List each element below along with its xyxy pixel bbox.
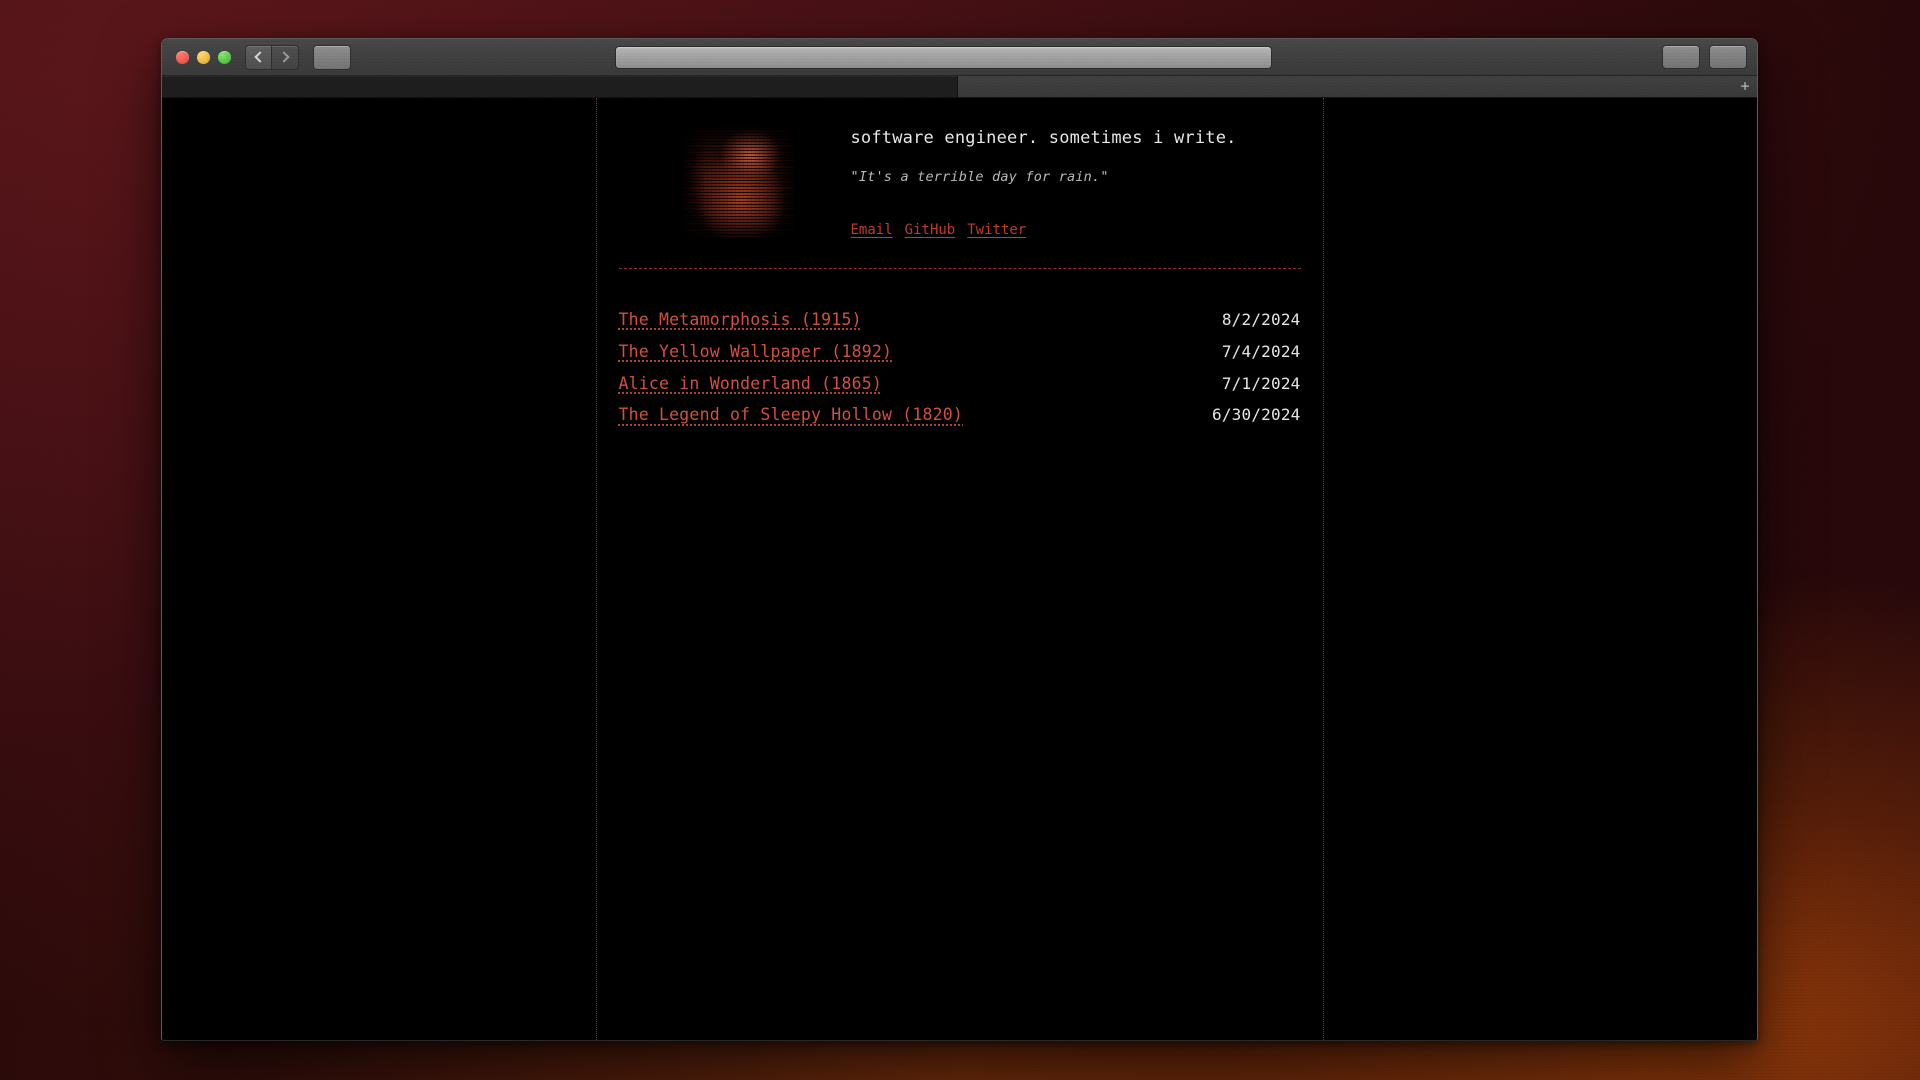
toolbar-right-buttons bbox=[1662, 45, 1747, 69]
browser-toolbar bbox=[162, 39, 1757, 76]
list-item[interactable]: The Yellow Wallpaper (1892) 7/4/2024 bbox=[619, 337, 1301, 369]
link-github[interactable]: GitHub bbox=[905, 222, 956, 238]
address-bar[interactable] bbox=[615, 46, 1272, 69]
back-button[interactable] bbox=[245, 44, 272, 70]
profile-intro: software engineer. sometimes i write. "I… bbox=[851, 120, 1237, 238]
list-item[interactable]: The Legend of Sleepy Hollow (1820) 6/30/… bbox=[619, 400, 1301, 432]
post-title[interactable]: The Legend of Sleepy Hollow (1820) bbox=[619, 403, 964, 428]
page-title: software engineer. sometimes i write. bbox=[850, 128, 1237, 148]
browser-window: + software engineer. sometimes i write. … bbox=[161, 38, 1758, 1041]
desktop-background: + software engineer. sometimes i write. … bbox=[0, 0, 1920, 1080]
minimize-button[interactable] bbox=[197, 50, 210, 64]
window-controls bbox=[176, 50, 231, 64]
avatar bbox=[682, 126, 795, 238]
profile-quote: "It's a terrible day for rain." bbox=[850, 169, 1109, 185]
post-title[interactable]: The Yellow Wallpaper (1892) bbox=[619, 340, 893, 365]
content-column: software engineer. sometimes i write. "I… bbox=[595, 98, 1324, 1040]
post-date: 7/4/2024 bbox=[1221, 341, 1301, 361]
link-twitter[interactable]: Twitter bbox=[967, 222, 1026, 238]
maximize-button[interactable] bbox=[218, 50, 231, 64]
post-date: 8/2/2024 bbox=[1221, 310, 1301, 329]
close-button[interactable] bbox=[176, 50, 189, 64]
chevron-left-icon bbox=[254, 51, 266, 63]
tab-strip-empty: + bbox=[958, 76, 1757, 97]
page-content: software engineer. sometimes i write. "I… bbox=[162, 98, 1757, 1040]
toolbar-button-share[interactable] bbox=[1662, 45, 1700, 69]
avatar-vignette bbox=[683, 126, 795, 238]
chevron-right-icon bbox=[277, 51, 290, 63]
forward-button[interactable] bbox=[272, 44, 299, 70]
profile-header: software engineer. sometimes i write. "I… bbox=[619, 98, 1301, 268]
post-date: 7/1/2024 bbox=[1221, 373, 1301, 393]
new-tab-button[interactable]: + bbox=[1735, 76, 1755, 97]
toolbar-button[interactable] bbox=[313, 44, 351, 70]
post-title[interactable]: The Metamorphosis (1915) bbox=[619, 308, 862, 333]
post-list: The Metamorphosis (1915) 8/2/2024 The Ye… bbox=[619, 269, 1301, 432]
navigation-buttons bbox=[245, 44, 299, 70]
tab-bar: + bbox=[162, 76, 1757, 98]
social-links: Email GitHub Twitter bbox=[851, 222, 1237, 238]
post-title[interactable]: Alice in Wonderland (1865) bbox=[619, 372, 882, 397]
toolbar-button-tabs[interactable] bbox=[1709, 45, 1747, 69]
list-item[interactable]: The Metamorphosis (1915) 8/2/2024 bbox=[619, 305, 1301, 337]
post-date: 6/30/2024 bbox=[1212, 405, 1301, 425]
list-item[interactable]: Alice in Wonderland (1865) 7/1/2024 bbox=[619, 369, 1301, 401]
tab-active[interactable] bbox=[162, 76, 958, 97]
link-email[interactable]: Email bbox=[851, 222, 893, 238]
